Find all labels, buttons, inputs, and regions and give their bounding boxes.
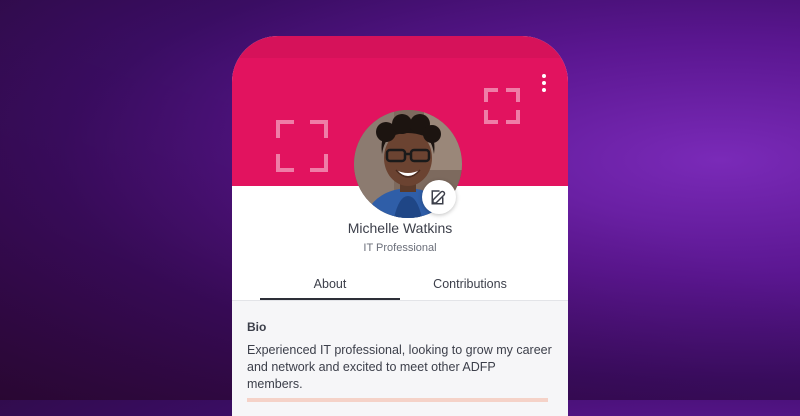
frame-decoration-icon <box>483 87 521 125</box>
phone-frame: Michelle Watkins IT Professional About C… <box>232 36 568 416</box>
edit-avatar-button[interactable] <box>422 180 456 214</box>
bio-text: Experienced IT professional, looking to … <box>247 343 552 391</box>
more-vertical-icon[interactable] <box>540 74 548 92</box>
edit-icon <box>431 190 446 205</box>
bio-heading: Bio <box>247 320 267 334</box>
tab-contributions[interactable]: Contributions <box>400 274 540 300</box>
profile-name: Michelle Watkins <box>347 220 453 236</box>
tabs-divider <box>232 300 568 301</box>
tab-about[interactable]: About <box>260 274 400 300</box>
content-strip <box>247 398 548 402</box>
profile-tabs: About Contributions <box>260 274 540 300</box>
frame-decoration-icon <box>275 119 329 173</box>
status-bar <box>232 36 568 58</box>
profile-role: IT Professional <box>363 242 437 254</box>
